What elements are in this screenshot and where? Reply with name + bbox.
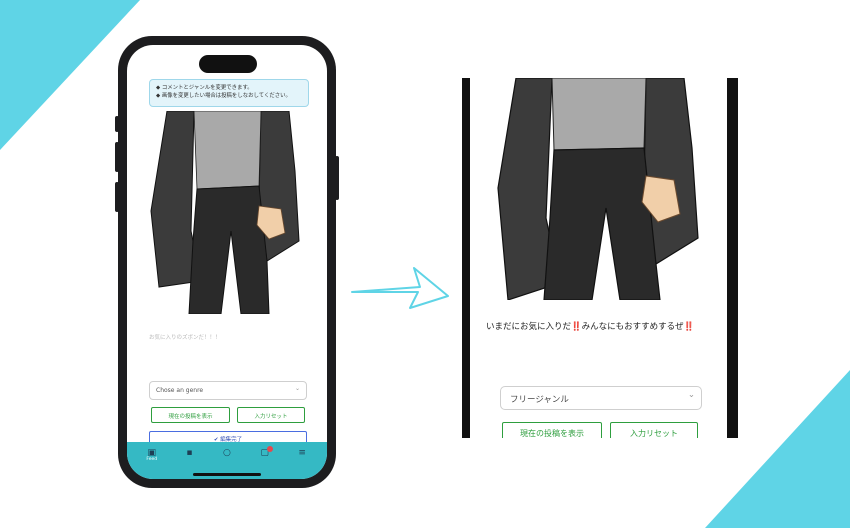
post-image-zoomed	[494, 78, 710, 300]
profile-icon: ▪	[186, 448, 193, 458]
chevron-down-icon: ⌄	[294, 385, 300, 392]
edit-notice: ◆ コメントとジャンルを変更できます。 ◆ 画像を変更したい場合は投稿をしなおし…	[149, 79, 309, 107]
show-current-post-button-zoomed[interactable]: 現在の投稿を表示	[502, 422, 602, 438]
phone-mockup: ◆ コメントとジャンルを変更できます。 ◆ 画像を変更したい場合は投稿をしなおし…	[115, 36, 339, 488]
tab-feed[interactable]: ▣ Feed	[140, 448, 164, 479]
tab-label: Feed	[146, 457, 158, 462]
zoomed-view: いまだにお気に入りだ‼️みんなにもおすすめするぜ‼️ フリージャンル ⌄ 現在の…	[462, 78, 738, 438]
comment-text[interactable]: いまだにお気に入りだ‼️みんなにもおすすめするぜ‼️	[486, 320, 694, 332]
post-image	[149, 111, 309, 314]
phone-frame-edge	[727, 78, 738, 438]
genre-select[interactable]: Chose an genre ⌄	[149, 381, 307, 400]
reset-input-button[interactable]: 入力リセット	[237, 407, 305, 423]
notification-badge	[266, 446, 273, 452]
dynamic-island	[199, 55, 257, 73]
phone-frame-edge	[462, 78, 470, 438]
home-indicator	[193, 473, 261, 476]
show-current-post-button[interactable]: 現在の投稿を表示	[151, 407, 230, 423]
reset-input-button-zoomed[interactable]: 入力リセット	[610, 422, 698, 438]
genre-select-zoomed[interactable]: フリージャンル ⌄	[500, 386, 702, 410]
genre-select-value: フリージャンル	[510, 395, 569, 405]
chevron-down-icon: ⌄	[687, 390, 695, 400]
menu-icon: ≡	[298, 448, 306, 458]
caption-placeholder[interactable]: お気に入りのズボンだ！！！	[149, 333, 221, 341]
notice-line: ◆ 画像を変更したい場合は投稿をしなおしてください。	[156, 93, 291, 100]
phone-screen: ◆ コメントとジャンルを変更できます。 ◆ 画像を変更したい場合は投稿をしなおし…	[127, 45, 327, 479]
arrow-icon	[351, 267, 449, 309]
tab-menu[interactable]: ≡	[290, 448, 314, 479]
notice-line: ◆ コメントとジャンルを変更できます。	[156, 85, 253, 91]
search-icon: ○	[223, 448, 231, 458]
genre-select-value: Chose an genre	[156, 387, 204, 394]
